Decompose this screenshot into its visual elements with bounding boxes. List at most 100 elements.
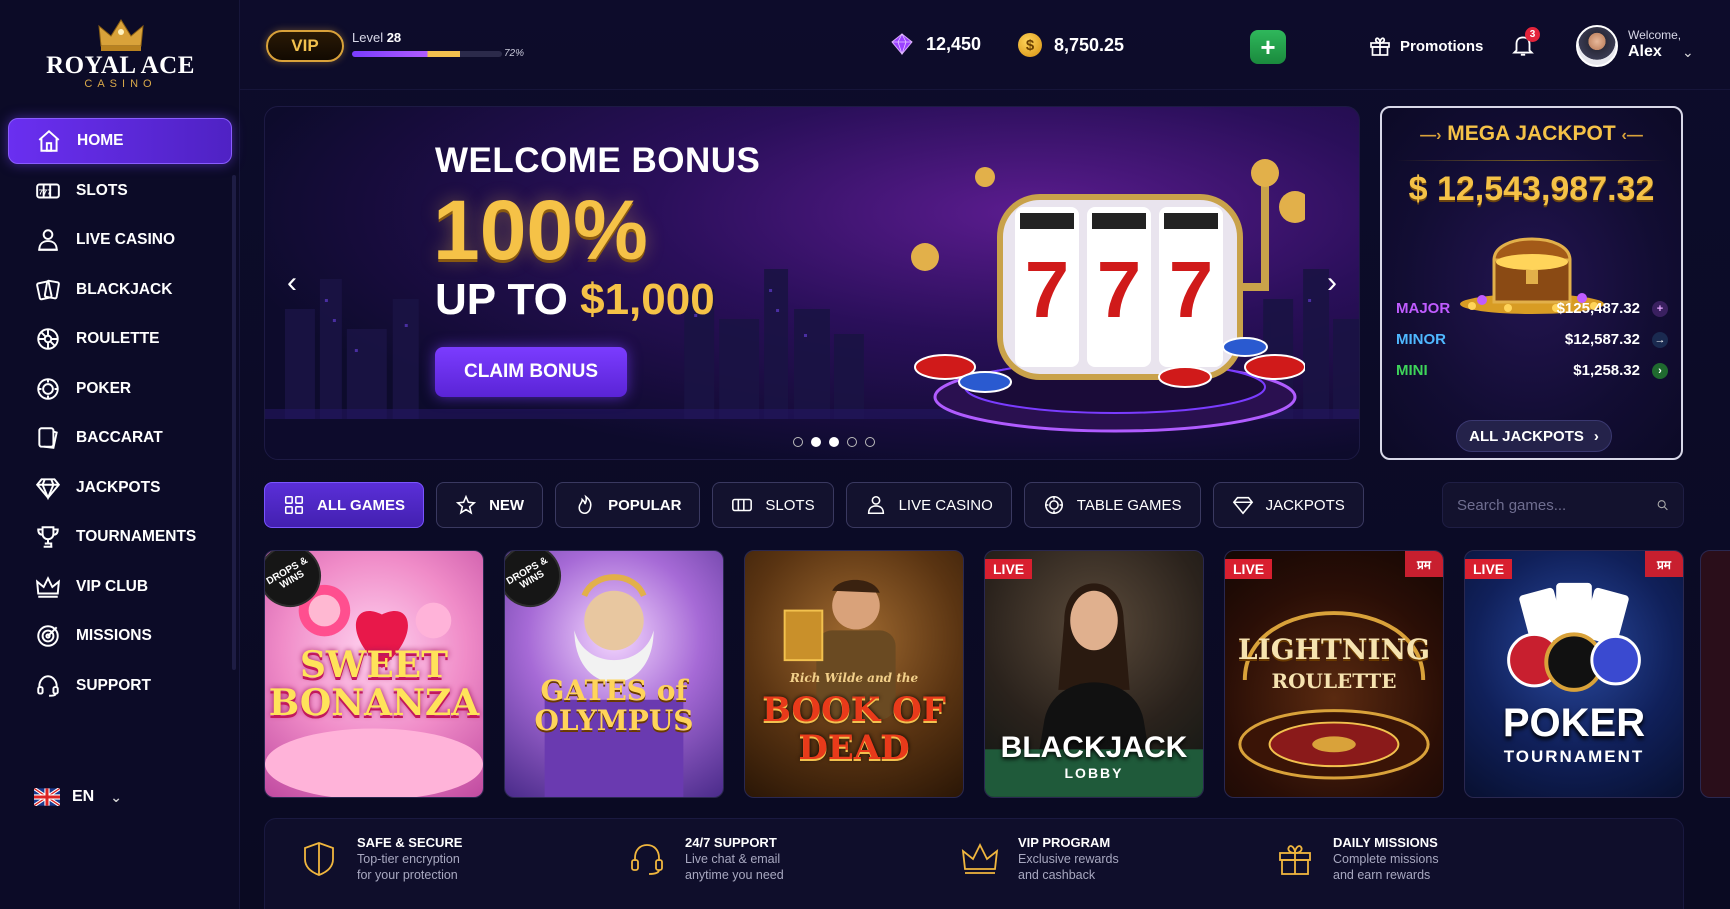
- dealer-icon: [867, 495, 884, 515]
- feature-safe-secure: SAFE & SECURE Top-tier encryption for yo…: [299, 835, 462, 883]
- game-tile-gates-of-olympus[interactable]: DROPS & WINS GATES of OLYMPUS: [504, 550, 724, 798]
- tier-value: $125,487.32: [1556, 300, 1640, 317]
- sidebar-scrollbar[interactable]: [232, 175, 236, 670]
- corner-badge: प्रम: [1645, 551, 1683, 577]
- game-subtitle: ROULETTE: [1271, 669, 1397, 693]
- level-label: Level 28: [352, 30, 401, 45]
- arrow-right-icon: —›: [1420, 127, 1442, 144]
- carousel-dot[interactable]: [865, 437, 875, 447]
- gem-balance[interactable]: 12,450: [890, 33, 981, 55]
- game-grid: DROPS & WINS SWEET BONANZA DROPS & WINS …: [264, 550, 1730, 800]
- filter-table-games[interactable]: TABLE GAMES: [1023, 482, 1201, 528]
- search-icon[interactable]: [1656, 495, 1669, 515]
- sidebar-item-tournaments[interactable]: TOURNAMENTS: [8, 514, 232, 560]
- user-greeting[interactable]: Welcome, Alex: [1628, 28, 1681, 60]
- corner-badge: प्रम: [1405, 551, 1443, 577]
- hero-upto: UP TO $1,000: [435, 275, 715, 325]
- sidebar-item-home[interactable]: HOME: [8, 118, 232, 164]
- chevron-right-icon[interactable]: ›: [1652, 362, 1668, 379]
- feature-support: 24/7 SUPPORT Live chat & email anytime y…: [627, 835, 784, 883]
- game-tile-poker-tournament[interactable]: LIVE प्रम POKER TOURNAMENT: [1464, 550, 1684, 798]
- avatar[interactable]: [1576, 25, 1618, 67]
- arrow-right-icon[interactable]: →: [1652, 331, 1668, 348]
- sidebar: ROYAL ACE CASINO HOME 777 SLOTS LIVE CAS…: [0, 0, 240, 909]
- game-tile-book-of-dead[interactable]: Rich Wilde and the BOOK OF DEAD: [744, 550, 964, 798]
- carousel-dot[interactable]: [811, 437, 821, 447]
- add-funds-button[interactable]: +: [1250, 30, 1286, 64]
- feature-desc: Top-tier encryption: [357, 852, 460, 866]
- game-tile-partial[interactable]: [1700, 550, 1730, 798]
- filter-slots[interactable]: SLOTS: [712, 482, 834, 528]
- hero-percent: 100%: [433, 183, 648, 277]
- chip-icon: [34, 375, 62, 403]
- game-title: LIGHTNING: [1237, 633, 1431, 666]
- arrow-left-icon: ‹—: [1621, 127, 1643, 144]
- feature-title: VIP PROGRAM: [1018, 835, 1111, 850]
- notifications-button[interactable]: 3: [1510, 27, 1540, 60]
- game-tile-lightning-roulette[interactable]: LIVE प्रम LIGHTNING ROULETTE: [1224, 550, 1444, 798]
- sidebar-item-label: JACKPOTS: [76, 478, 161, 496]
- filter-jackpots[interactable]: JACKPOTS: [1212, 482, 1364, 528]
- grid-icon: [284, 495, 304, 515]
- sidebar-item-blackjack[interactable]: BLACKJACK: [8, 267, 232, 313]
- crown-icon: [961, 842, 999, 874]
- carousel-dot[interactable]: [793, 437, 803, 447]
- hero-upto-text: UP TO: [435, 275, 568, 324]
- sidebar-item-poker[interactable]: POKER: [8, 366, 232, 412]
- level-progress-fill: [352, 51, 460, 57]
- feature-text: DAILY MISSIONS Complete missions and ear…: [1333, 835, 1439, 883]
- search-box: [1442, 482, 1684, 528]
- divider: [1396, 160, 1667, 161]
- sidebar-item-live-casino[interactable]: LIVE CASINO: [8, 217, 232, 263]
- sidebar-item-baccarat[interactable]: BACCARAT: [8, 415, 232, 461]
- svg-text:7: 7: [1025, 245, 1070, 334]
- chevron-down-icon: ⌄: [110, 788, 122, 805]
- sidebar-item-support[interactable]: SUPPORT: [8, 663, 232, 709]
- live-badge: LIVE: [1225, 559, 1273, 579]
- game-title: BOOK OF DEAD: [762, 690, 946, 768]
- notification-count-badge: 3: [1525, 27, 1540, 42]
- game-tile-blackjack-lobby[interactable]: LIVE BLACKJACK LOBBY: [984, 550, 1204, 798]
- trophy-icon: [34, 523, 62, 551]
- level-progress-bar: [352, 51, 502, 57]
- sidebar-item-label: POKER: [76, 379, 132, 397]
- gift-icon: [1370, 37, 1390, 56]
- chevron-down-icon[interactable]: ⌄: [1682, 44, 1694, 61]
- carousel-dot[interactable]: [829, 437, 839, 447]
- coin-balance[interactable]: $ 8,750.25: [1018, 33, 1124, 57]
- chevron-right-icon[interactable]: ›: [1317, 263, 1347, 303]
- vip-badge[interactable]: VIP: [266, 30, 344, 62]
- sidebar-item-jackpots[interactable]: JACKPOTS: [8, 465, 232, 511]
- sidebar-nav: HOME 777 SLOTS LIVE CASINO BLACKJACK ROU…: [8, 118, 232, 712]
- chip-icon: [1044, 495, 1063, 515]
- filter-popular[interactable]: POPULAR: [555, 482, 701, 528]
- feature-text: VIP PROGRAM Exclusive rewards and cashba…: [1018, 835, 1119, 883]
- search-input[interactable]: [1457, 496, 1656, 514]
- game-tile-sweet-bonanza[interactable]: DROPS & WINS SWEET BONANZA: [264, 550, 484, 798]
- sidebar-item-label: SLOTS: [76, 181, 128, 199]
- filter-new[interactable]: NEW: [436, 482, 544, 528]
- sidebar-item-slots[interactable]: 777 SLOTS: [8, 168, 232, 214]
- feature-title: DAILY MISSIONS: [1333, 835, 1438, 850]
- chevron-left-icon[interactable]: ‹: [277, 263, 307, 303]
- jackpot-title: MEGA JACKPOT: [1447, 122, 1616, 145]
- sidebar-item-vip-club[interactable]: VIP CLUB: [8, 564, 232, 610]
- target-icon: [34, 622, 62, 650]
- all-jackpots-button[interactable]: ALL JACKPOTS ›: [1456, 420, 1612, 452]
- plus-icon[interactable]: +: [1652, 300, 1668, 317]
- tier-value: $12,587.32: [1564, 331, 1640, 348]
- filter-all-games[interactable]: ALL GAMES: [264, 482, 425, 528]
- game-filters: ALL GAMES NEW POPULAR SLOTS LIVE CASINO …: [264, 482, 1364, 528]
- claim-bonus-button[interactable]: CLAIM BONUS: [435, 347, 627, 397]
- mega-jackpot-panel: —› MEGA JACKPOT ‹— $ 12,543,987.32 MAJOR…: [1380, 106, 1683, 460]
- gem-value: 12,450: [926, 33, 982, 54]
- sidebar-item-roulette[interactable]: ROULETTE: [8, 316, 232, 362]
- carousel-dot[interactable]: [847, 437, 857, 447]
- hero-banner: 7 7 7 WELCOME BONUS 100% UP TO $1,000 CL…: [264, 106, 1360, 460]
- sidebar-item-missions[interactable]: MISSIONS: [8, 613, 232, 659]
- language-selector[interactable]: EN ⌄: [34, 788, 122, 806]
- logo[interactable]: ROYAL ACE CASINO: [28, 18, 213, 98]
- filter-live-casino[interactable]: LIVE CASINO: [845, 482, 1012, 528]
- promotions-link[interactable]: Promotions: [1368, 34, 1483, 58]
- svg-text:7: 7: [1169, 245, 1214, 334]
